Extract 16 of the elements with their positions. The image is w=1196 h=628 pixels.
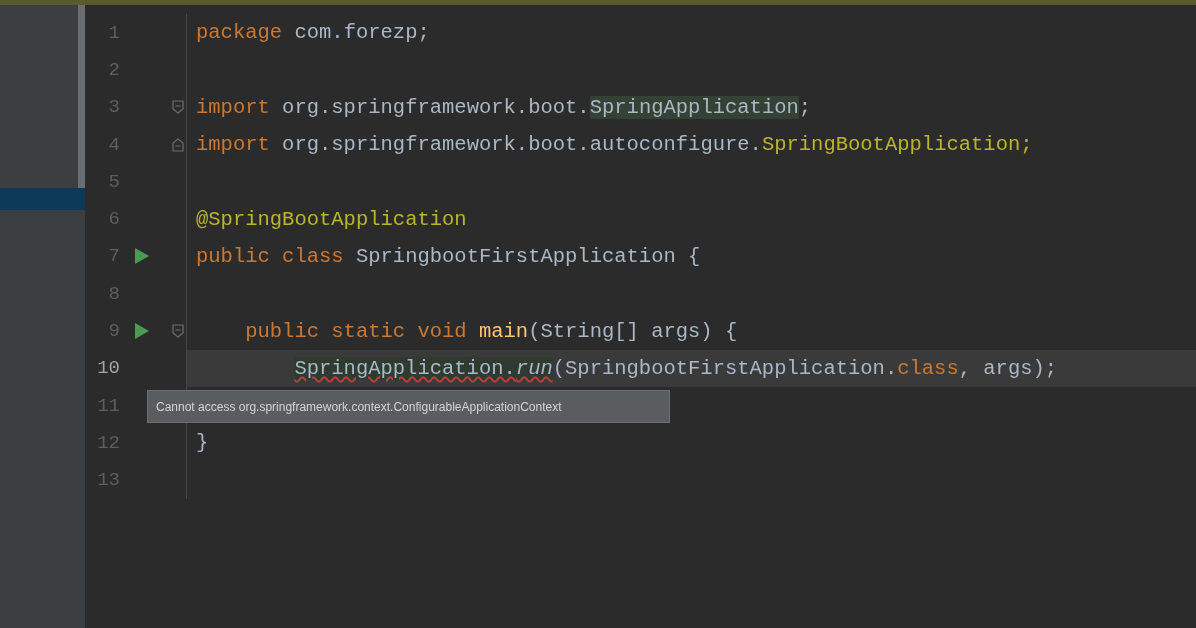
line-number: 10 xyxy=(96,357,120,380)
run-icon[interactable] xyxy=(134,322,150,340)
scrollbar[interactable] xyxy=(78,5,85,188)
run-icon[interactable] xyxy=(134,247,150,266)
fold-icon[interactable] xyxy=(172,100,184,115)
code-line: package com.forezp; xyxy=(196,21,430,45)
code-line: public class SpringbootFirstApplication { xyxy=(196,244,701,268)
code-line: @SpringBootApplication xyxy=(196,207,467,231)
code-line: import org.springframework.boot.autoconfigure.SpringBootApplication; xyxy=(196,133,1033,157)
fold-icon[interactable] xyxy=(172,137,184,152)
code-line: SpringApplication.run(SpringbootFirstApplication.class, args); xyxy=(294,356,1058,380)
error-tooltip: Cannot access org.springframework.context.ConfigurableApplicationContext xyxy=(147,390,670,423)
code-line: public static void main(String[] args) { xyxy=(245,319,738,343)
code-line: } xyxy=(196,431,209,455)
fold-icon[interactable] xyxy=(172,324,184,338)
code-line: import org.springframework.boot.SpringApplication; xyxy=(196,95,812,119)
